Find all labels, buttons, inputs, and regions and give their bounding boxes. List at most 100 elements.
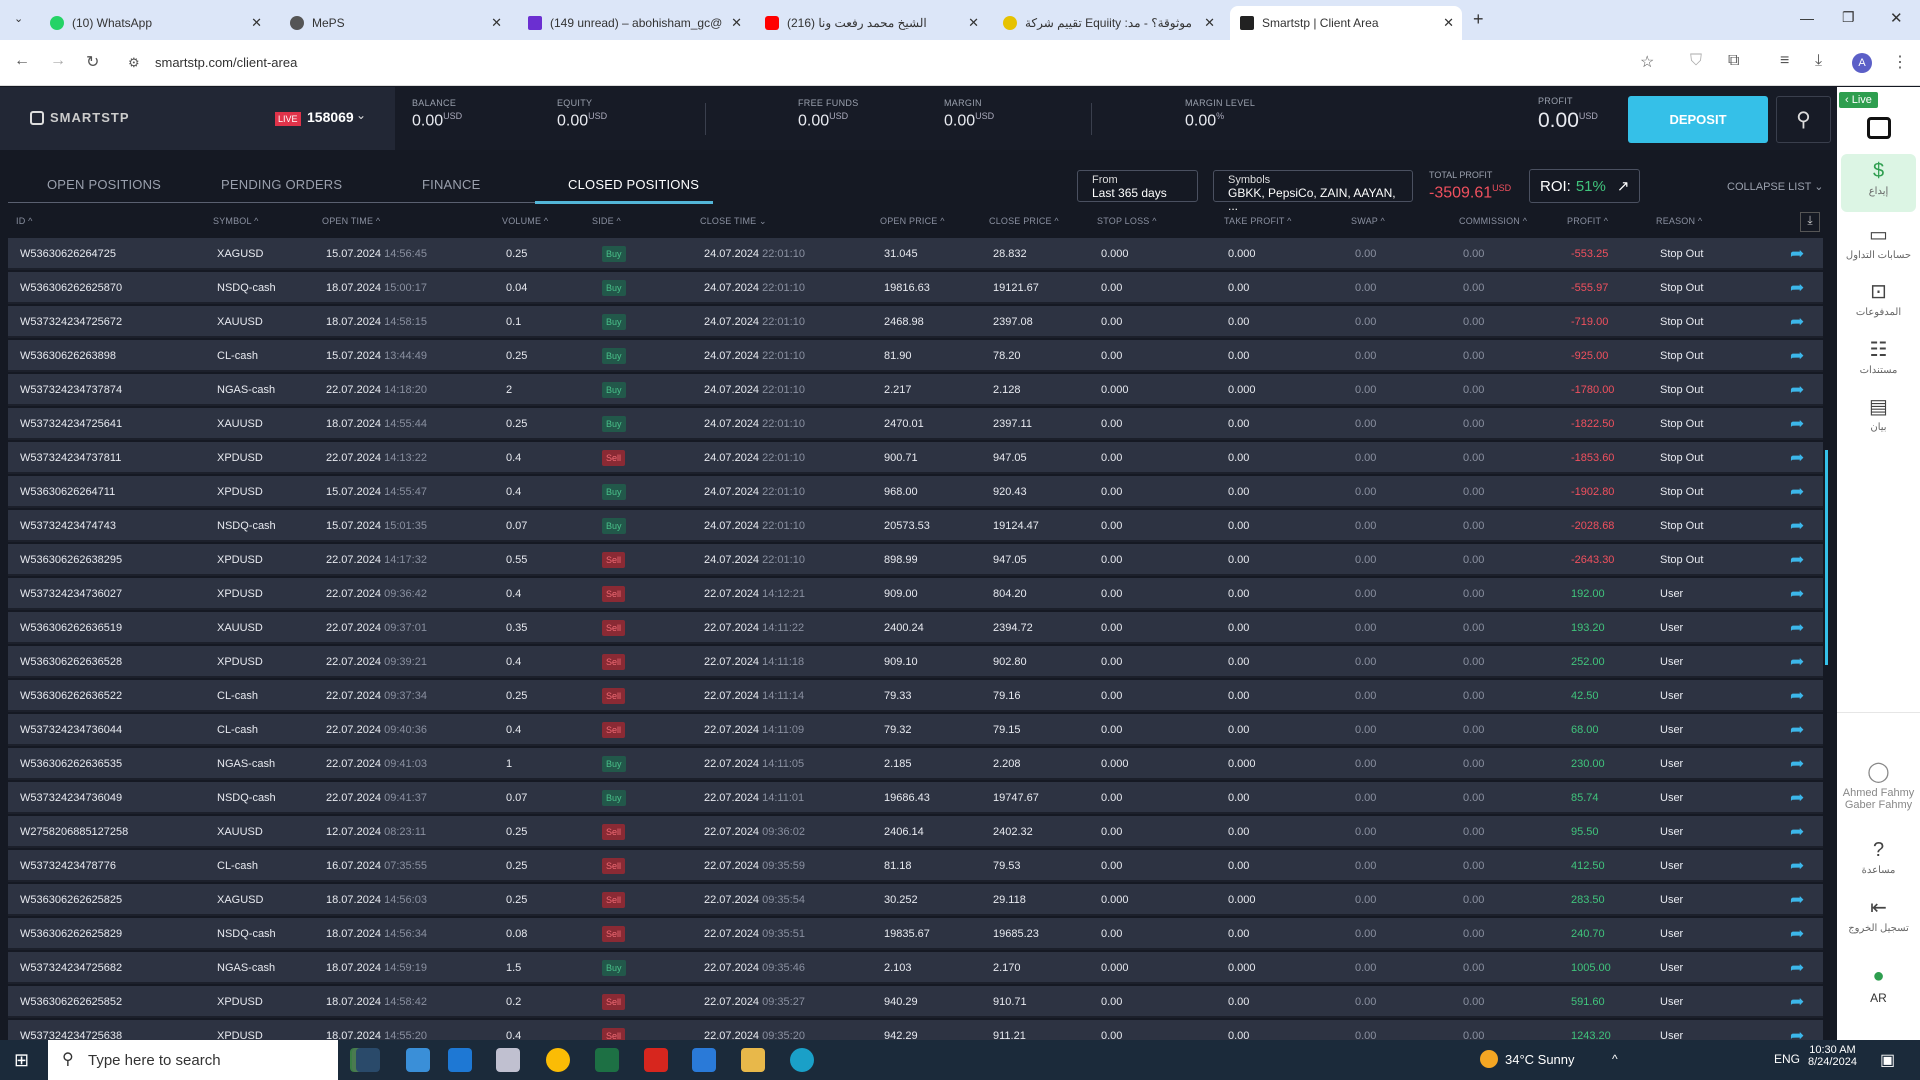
share-icon[interactable]: ➦: [1790, 958, 1804, 978]
share-icon[interactable]: ➦: [1790, 856, 1804, 876]
sidebar-user[interactable]: ◯Ahmed Fahmy Gaber Fahmy: [1841, 759, 1916, 811]
share-icon[interactable]: ➦: [1790, 380, 1804, 400]
table-row[interactable]: W537324234737874NGAS-cash22.07.2024 14:1…: [8, 374, 1823, 406]
tab-open-positions[interactable]: OPEN POSITIONS: [47, 177, 161, 192]
table-row[interactable]: W536306262636519XAUUSD22.07.2024 09:37:0…: [8, 612, 1823, 644]
deposit-button[interactable]: DEPOSIT: [1628, 96, 1768, 143]
share-icon[interactable]: ➦: [1790, 516, 1804, 536]
profile-avatar[interactable]: A: [1852, 53, 1872, 73]
column-header-symbol[interactable]: SYMBOL ^: [213, 216, 259, 226]
scrollbar[interactable]: [1825, 450, 1828, 665]
table-row[interactable]: W536306262625852XPDUSD18.07.2024 14:58:4…: [8, 986, 1823, 1018]
close-window-button[interactable]: ✕: [1890, 9, 1903, 27]
collapse-list-button[interactable]: COLLAPSE LIST ⌄: [1727, 180, 1823, 193]
edge-icon[interactable]: [790, 1048, 814, 1072]
share-icon[interactable]: ➦: [1790, 822, 1804, 842]
notifications-icon[interactable]: ▣: [1880, 1050, 1895, 1070]
table-row[interactable]: W537324234736044CL-cash22.07.2024 09:40:…: [8, 714, 1823, 746]
share-icon[interactable]: ➦: [1790, 992, 1804, 1012]
extensions-icon[interactable]: ⧉: [1728, 52, 1739, 70]
share-icon[interactable]: ➦: [1790, 244, 1804, 264]
table-row[interactable]: W536306262625870NSDQ-cash18.07.2024 15:0…: [8, 272, 1823, 304]
sidebar-help[interactable]: ?مساعدة: [1841, 839, 1916, 876]
back-icon[interactable]: ←: [14, 52, 30, 70]
url-input[interactable]: smartstp.com/client-area: [155, 55, 297, 70]
acrobat-icon[interactable]: [644, 1048, 668, 1072]
share-icon[interactable]: ➦: [1790, 890, 1804, 910]
weather-text[interactable]: 34°C Sunny: [1505, 1052, 1575, 1067]
share-icon[interactable]: ➦: [1790, 448, 1804, 468]
column-header-swap[interactable]: SWAP ^: [1351, 216, 1385, 226]
browser-tab-meps[interactable]: MePS✕: [280, 6, 510, 40]
reload-icon[interactable]: ↻: [86, 52, 99, 72]
share-icon[interactable]: ➦: [1790, 754, 1804, 774]
tab-pending-orders[interactable]: PENDING ORDERS: [221, 177, 342, 192]
forward-icon[interactable]: →: [50, 52, 66, 70]
share-icon[interactable]: ➦: [1790, 686, 1804, 706]
column-header-profit[interactable]: PROFIT ^: [1567, 216, 1608, 226]
column-header-id[interactable]: ID ^: [16, 216, 33, 226]
table-row[interactable]: W53732423474743NSDQ-cash15.07.2024 15:01…: [8, 510, 1823, 542]
table-row[interactable]: W536306262636535NGAS-cash22.07.2024 09:4…: [8, 748, 1823, 780]
share-icon[interactable]: ➦: [1790, 584, 1804, 604]
table-row[interactable]: W537324234737811XPDUSD22.07.2024 14:13:2…: [8, 442, 1823, 474]
tray-chevron-icon[interactable]: ^: [1612, 1052, 1618, 1066]
sidebar-logout[interactable]: ⇤تسجيل الخروج: [1841, 895, 1916, 934]
table-row[interactable]: W537324234725672XAUUSD18.07.2024 14:58:1…: [8, 306, 1823, 338]
share-icon[interactable]: ➦: [1790, 482, 1804, 502]
table-row[interactable]: W537324234736049NSDQ-cash22.07.2024 09:4…: [8, 782, 1823, 814]
bookmark-star-icon[interactable]: ☆: [1640, 52, 1654, 72]
restore-button[interactable]: ❐: [1842, 9, 1855, 26]
language-switch[interactable]: ●AR: [1841, 965, 1916, 1005]
share-icon[interactable]: ➦: [1790, 278, 1804, 298]
minimize-button[interactable]: —: [1800, 10, 1814, 26]
table-row[interactable]: W53630626264725XAGUSD15.07.2024 14:56:45…: [8, 238, 1823, 270]
windows-start-icon[interactable]: ⊞: [14, 1050, 29, 1071]
file-explorer-icon[interactable]: [741, 1048, 765, 1072]
menu-icon[interactable]: ⋮: [1892, 52, 1908, 72]
share-icon[interactable]: ➦: [1790, 618, 1804, 638]
shield-extension-icon[interactable]: ⛉: [1690, 52, 1702, 70]
table-row[interactable]: W536306262625829NSDQ-cash18.07.2024 14:5…: [8, 918, 1823, 950]
close-tab-icon[interactable]: ✕: [491, 15, 502, 31]
share-icon[interactable]: ➦: [1790, 924, 1804, 944]
column-header-take-profit[interactable]: TAKE PROFIT ^: [1224, 216, 1292, 226]
column-header-close-time[interactable]: CLOSE TIME ⌄: [700, 216, 767, 227]
taskbar-search[interactable]: ⚲Type here to search: [48, 1040, 338, 1080]
table-row[interactable]: W536306262625825XAGUSD18.07.2024 14:56:0…: [8, 884, 1823, 916]
new-tab-button[interactable]: +: [1473, 9, 1484, 30]
browser-tab-mail[interactable]: (149 unread) – abohisham_gc@✕: [518, 6, 750, 40]
table-row[interactable]: W536306262636528XPDUSD22.07.2024 09:39:2…: [8, 646, 1823, 678]
column-header-open-price[interactable]: OPEN PRICE ^: [880, 216, 945, 226]
app-icon[interactable]: [406, 1048, 430, 1072]
excel-icon[interactable]: [595, 1048, 619, 1072]
sidebar-item-payments[interactable]: ⊡المدفوعات: [1841, 279, 1916, 318]
share-icon[interactable]: ➦: [1790, 346, 1804, 366]
sidebar-item-documents[interactable]: ☷مستندات: [1841, 337, 1916, 376]
share-icon[interactable]: ➦: [1790, 550, 1804, 570]
chevron-down-icon[interactable]: ⌄: [356, 108, 366, 122]
tab-finance[interactable]: FINANCE: [422, 177, 480, 192]
close-tab-icon[interactable]: ✕: [251, 15, 262, 31]
browser-tab-equiity[interactable]: تقييم شركة Equiity :موثوقة؟ - مد✕: [993, 6, 1223, 40]
export-download-icon[interactable]: ⤓: [1800, 212, 1820, 232]
task-view-icon[interactable]: [356, 1048, 380, 1072]
sidebar-item-statement[interactable]: ▤بيان: [1841, 394, 1916, 433]
language-indicator[interactable]: ENG: [1774, 1052, 1800, 1066]
column-header-commission[interactable]: COMMISSION ^: [1459, 216, 1527, 226]
column-header-volume[interactable]: VOLUME ^: [502, 216, 548, 226]
table-row[interactable]: W537324234725682NGAS-cash18.07.2024 14:5…: [8, 952, 1823, 984]
live-toggle[interactable]: ‹ Live: [1839, 92, 1878, 108]
close-tab-icon[interactable]: ✕: [968, 15, 979, 31]
share-icon[interactable]: ➦: [1790, 652, 1804, 672]
browser-tab-smartstp[interactable]: Smartstp | Client Area✕: [1230, 6, 1462, 40]
table-row[interactable]: W2758206885127258XAUUSD12.07.2024 08:23:…: [8, 816, 1823, 848]
close-tab-icon[interactable]: ✕: [1204, 15, 1215, 31]
mail-app-icon[interactable]: [448, 1048, 472, 1072]
column-header-reason[interactable]: REASON ^: [1656, 216, 1702, 226]
share-icon[interactable]: ➦: [1790, 788, 1804, 808]
sidebar-item-trading-accounts[interactable]: ▭حسابات التداول: [1841, 222, 1916, 261]
date-range-filter[interactable]: FromLast 365 days: [1077, 170, 1198, 202]
media-icon[interactable]: ≡: [1780, 52, 1789, 70]
table-row[interactable]: W53732423478776CL-cash16.07.2024 07:35:5…: [8, 850, 1823, 882]
